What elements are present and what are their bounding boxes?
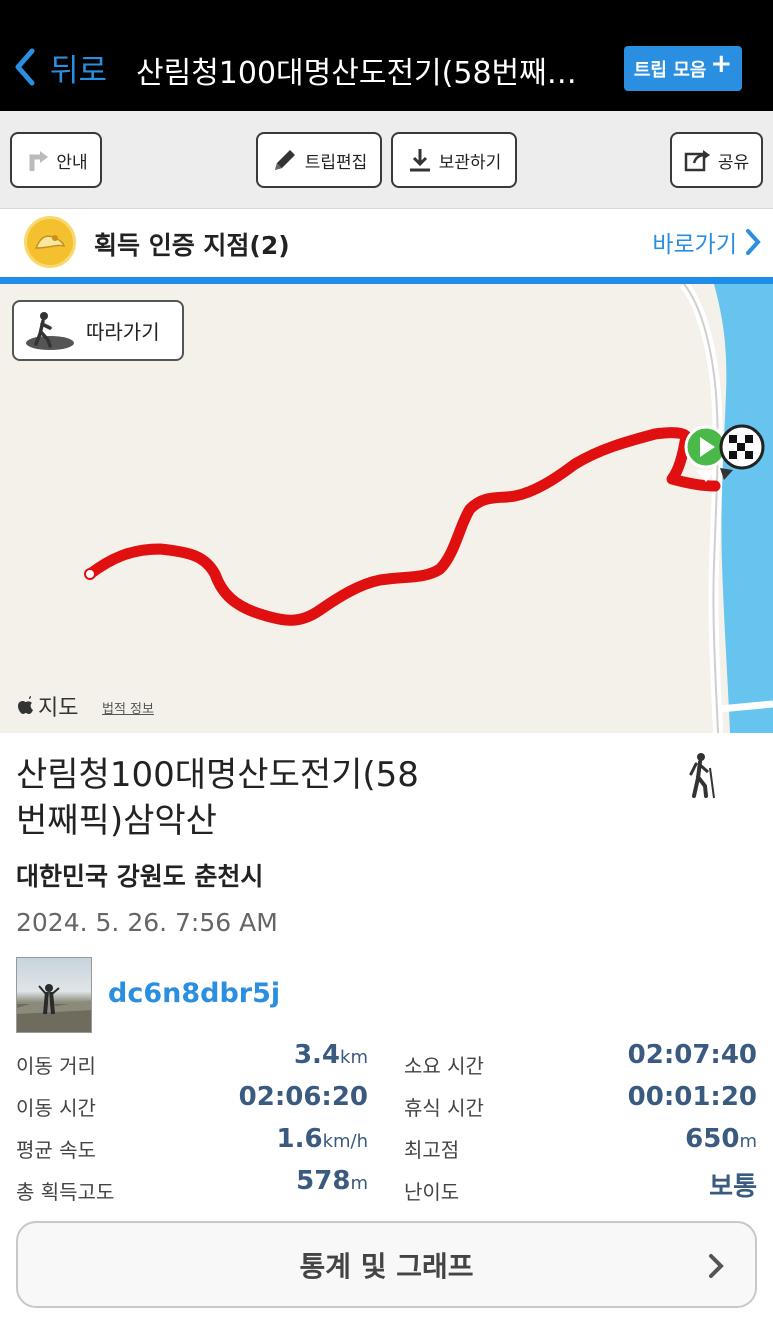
avg-speed-label: 평균 속도 [16,1138,96,1162]
username-link[interactable]: dc6n8dbr5j [108,978,280,1009]
follow-label: 따라가기 [86,320,160,344]
map-attribution: 지도 [18,690,78,722]
hiker-follow-icon [26,311,74,350]
goto-label: 바로가기 [652,232,737,258]
save-trip-label: 보관하기 [438,152,502,173]
plus-icon: + [710,48,733,79]
hiking-activity-icon [686,752,720,804]
map-attribution-label: 지도 [38,696,79,721]
trip-title: 산림청100대명산도전기(58 번째픽)삼악산 [16,752,486,844]
divider [0,277,773,284]
medal-icon [24,216,76,268]
apple-logo-icon [18,696,33,714]
total-time-label: 소요 시간 [404,1054,484,1078]
top-nav-bar: 뒤로 산림청100대명산도전기(58번째… 트립 모음 + [0,0,773,111]
edit-trip-button[interactable]: 트립편집 [256,132,382,188]
moving-time-value: 02:06:20 [238,1082,368,1112]
total-ascent-label: 총 획득고도 [16,1180,115,1204]
distance-value: 3.4km [293,1040,368,1070]
certification-row[interactable]: 획득 인증 지점(2) 바로가기 [0,209,773,277]
trip-collection-button[interactable]: 트립 모음 + [624,46,742,91]
difficulty-value: 보통 [709,1172,757,1202]
certification-label: 획득 인증 지점(2) [94,231,290,260]
max-altitude-label: 최고점 [404,1138,460,1162]
route-path [84,427,721,626]
avg-speed-value: 1.6km/h [276,1124,369,1154]
trip-title-line1: 산림청100대명산도전기(58 [16,755,419,795]
map-view[interactable]: 따라가기 지도 법적 정보 [0,284,773,733]
avatar[interactable] [16,957,92,1033]
trip-title-line2: 번째픽)삼악산 [16,801,217,841]
edit-trip-label: 트립편집 [304,152,368,173]
chevron-right-icon [746,229,761,255]
trip-region: 대한민국 강원도 춘천시 [16,862,264,891]
toolbar: 안내 트립편집 보관하기 공유 [0,111,773,209]
chevron-right-icon [709,1254,724,1278]
total-time-value: 02:07:40 [627,1040,757,1070]
trip-datetime: 2024. 5. 26. 7:56 AM [16,908,278,937]
back-label: 뒤로 [50,52,108,89]
download-icon [409,149,430,172]
stats-graph-label: 통계 및 그래프 [299,1249,474,1283]
back-button[interactable]: 뒤로 [14,44,107,90]
save-trip-button[interactable]: 보관하기 [391,132,517,188]
stats-row: 평균 속도 1.6km/h 최고점 650m [16,1124,757,1166]
goto-link[interactable]: 바로가기 [652,225,761,259]
share-button[interactable]: 공유 [670,132,763,188]
page-title: 산림청100대명산도전기(58번째… [136,56,577,91]
stats-row: 이동 시간 02:06:20 휴식 시간 00:01:20 [16,1082,757,1124]
follow-button[interactable]: 따라가기 [12,300,184,361]
pencil-icon [274,150,295,170]
guide-button[interactable]: 안내 [10,132,102,188]
stats-row: 총 획득고도 578m 난이도 보통 [16,1166,757,1208]
stats-row: 이동 거리 3.4km 소요 시간 02:07:40 [16,1040,757,1082]
turn-arrow-icon [29,151,49,171]
total-ascent-value: 578m [296,1166,368,1196]
share-label: 공유 [717,152,750,173]
share-icon [684,150,710,172]
stats-graph-button[interactable]: 통계 및 그래프 [16,1221,757,1308]
legal-info-link[interactable]: 법적 정보 [102,698,154,717]
chevron-left-icon [15,48,35,86]
max-altitude-value: 650m [685,1124,757,1154]
guide-label: 안내 [56,152,88,173]
difficulty-label: 난이도 [404,1180,460,1204]
rest-time-value: 00:01:20 [627,1082,757,1112]
distance-label: 이동 거리 [16,1054,96,1078]
trip-collection-label: 트립 모음 [633,59,707,81]
moving-time-label: 이동 시간 [16,1096,96,1120]
rest-time-label: 휴식 시간 [404,1096,484,1120]
